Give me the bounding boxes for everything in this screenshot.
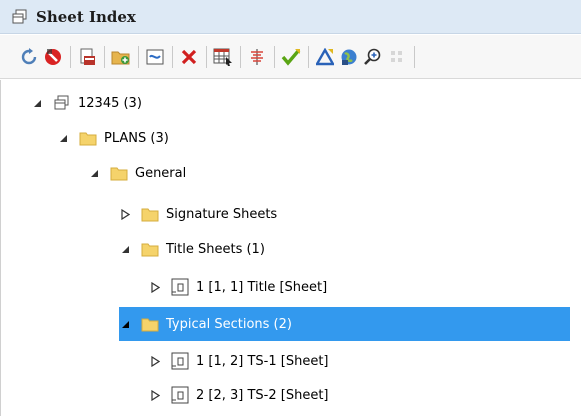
folder-icon — [141, 206, 159, 222]
folder-icon — [141, 316, 159, 332]
toolbar-separator — [274, 45, 275, 68]
tree-node-label: Signature Sheets — [166, 206, 278, 222]
tree-node-label: 1 [1, 1] Title [Sheet] — [196, 279, 328, 295]
sheet-index-icon — [12, 9, 27, 23]
checkmark-icon[interactable] — [280, 46, 302, 68]
expand-arrow-icon[interactable] — [149, 355, 161, 367]
sheet-icon — [171, 352, 189, 370]
tree-node[interactable]: 1 [1, 2] TS-1 [Sheet] — [149, 344, 329, 378]
expand-arrow-icon[interactable] — [149, 281, 161, 293]
toolbar-separator — [172, 45, 173, 68]
collapse-arrow-icon[interactable] — [119, 243, 131, 255]
toolbar-separator — [240, 45, 241, 68]
folder-icon — [110, 165, 128, 181]
tree-node-label: 1 [1, 2] TS-1 [Sheet] — [196, 353, 329, 369]
toolbar-separator — [104, 45, 105, 68]
toolbar-separator — [414, 45, 415, 68]
tree-node[interactable]: General — [88, 156, 186, 190]
tree-node[interactable]: 1 [1, 1] Title [Sheet] — [149, 270, 327, 304]
toolbar — [0, 35, 581, 79]
link-icon[interactable] — [144, 46, 166, 68]
toolbar-separator — [138, 45, 139, 68]
panel-title: Sheet Index — [36, 7, 136, 26]
tree-node[interactable]: 12345 (3) — [31, 86, 142, 120]
collapse-arrow-icon[interactable] — [57, 132, 69, 144]
sheet-index-icon — [53, 95, 71, 111]
tree-node[interactable]: Title Sheets (1) — [119, 232, 265, 266]
folder-icon — [79, 130, 97, 146]
tree-node-label: PLANS (3) — [104, 130, 169, 146]
add-folder-icon[interactable] — [110, 46, 132, 68]
expand-arrow-icon[interactable] — [149, 389, 161, 401]
delete-icon[interactable] — [178, 46, 200, 68]
refresh-icon[interactable] — [18, 46, 40, 68]
grid-icon[interactable] — [386, 46, 408, 68]
tree-node[interactable]: Signature Sheets — [119, 197, 277, 231]
expand-arrow-icon[interactable] — [119, 208, 131, 220]
collapse-arrow-icon[interactable] — [31, 97, 43, 109]
rename-icon[interactable] — [246, 46, 268, 68]
folder-icon — [141, 241, 159, 257]
export-sheet-icon[interactable] — [76, 46, 98, 68]
sheet-table-icon[interactable] — [212, 46, 234, 68]
toolbar-separator — [206, 45, 207, 68]
tree-node-label: Title Sheets (1) — [166, 241, 265, 257]
panel-titlebar: Sheet Index — [0, 0, 581, 34]
globe-icon[interactable] — [338, 46, 360, 68]
tree-node-label: 2 [2, 3] TS-2 [Sheet] — [196, 387, 329, 403]
sheet-tree: 12345 (3) PLANS (3) General Signature Sh… — [0, 80, 581, 416]
sheet-icon — [171, 386, 189, 404]
toolbar-separator — [70, 45, 71, 68]
toolbar-separator — [308, 45, 309, 68]
triangle-icon[interactable] — [314, 46, 336, 68]
tree-node[interactable]: 2 [2, 3] TS-2 [Sheet] — [149, 378, 329, 412]
collapse-arrow-icon[interactable] — [119, 318, 131, 330]
tree-node-label: Typical Sections (2) — [166, 316, 292, 332]
tree-node-label: 12345 (3) — [78, 95, 142, 111]
tree-node-label: General — [135, 165, 187, 181]
no-entry-icon[interactable] — [42, 46, 64, 68]
sheet-icon — [171, 278, 189, 296]
tree-node[interactable]: PLANS (3) — [57, 121, 169, 155]
collapse-arrow-icon[interactable] — [88, 167, 100, 179]
zoom-icon[interactable] — [362, 46, 384, 68]
tree-node[interactable]: Typical Sections (2) — [119, 307, 570, 341]
